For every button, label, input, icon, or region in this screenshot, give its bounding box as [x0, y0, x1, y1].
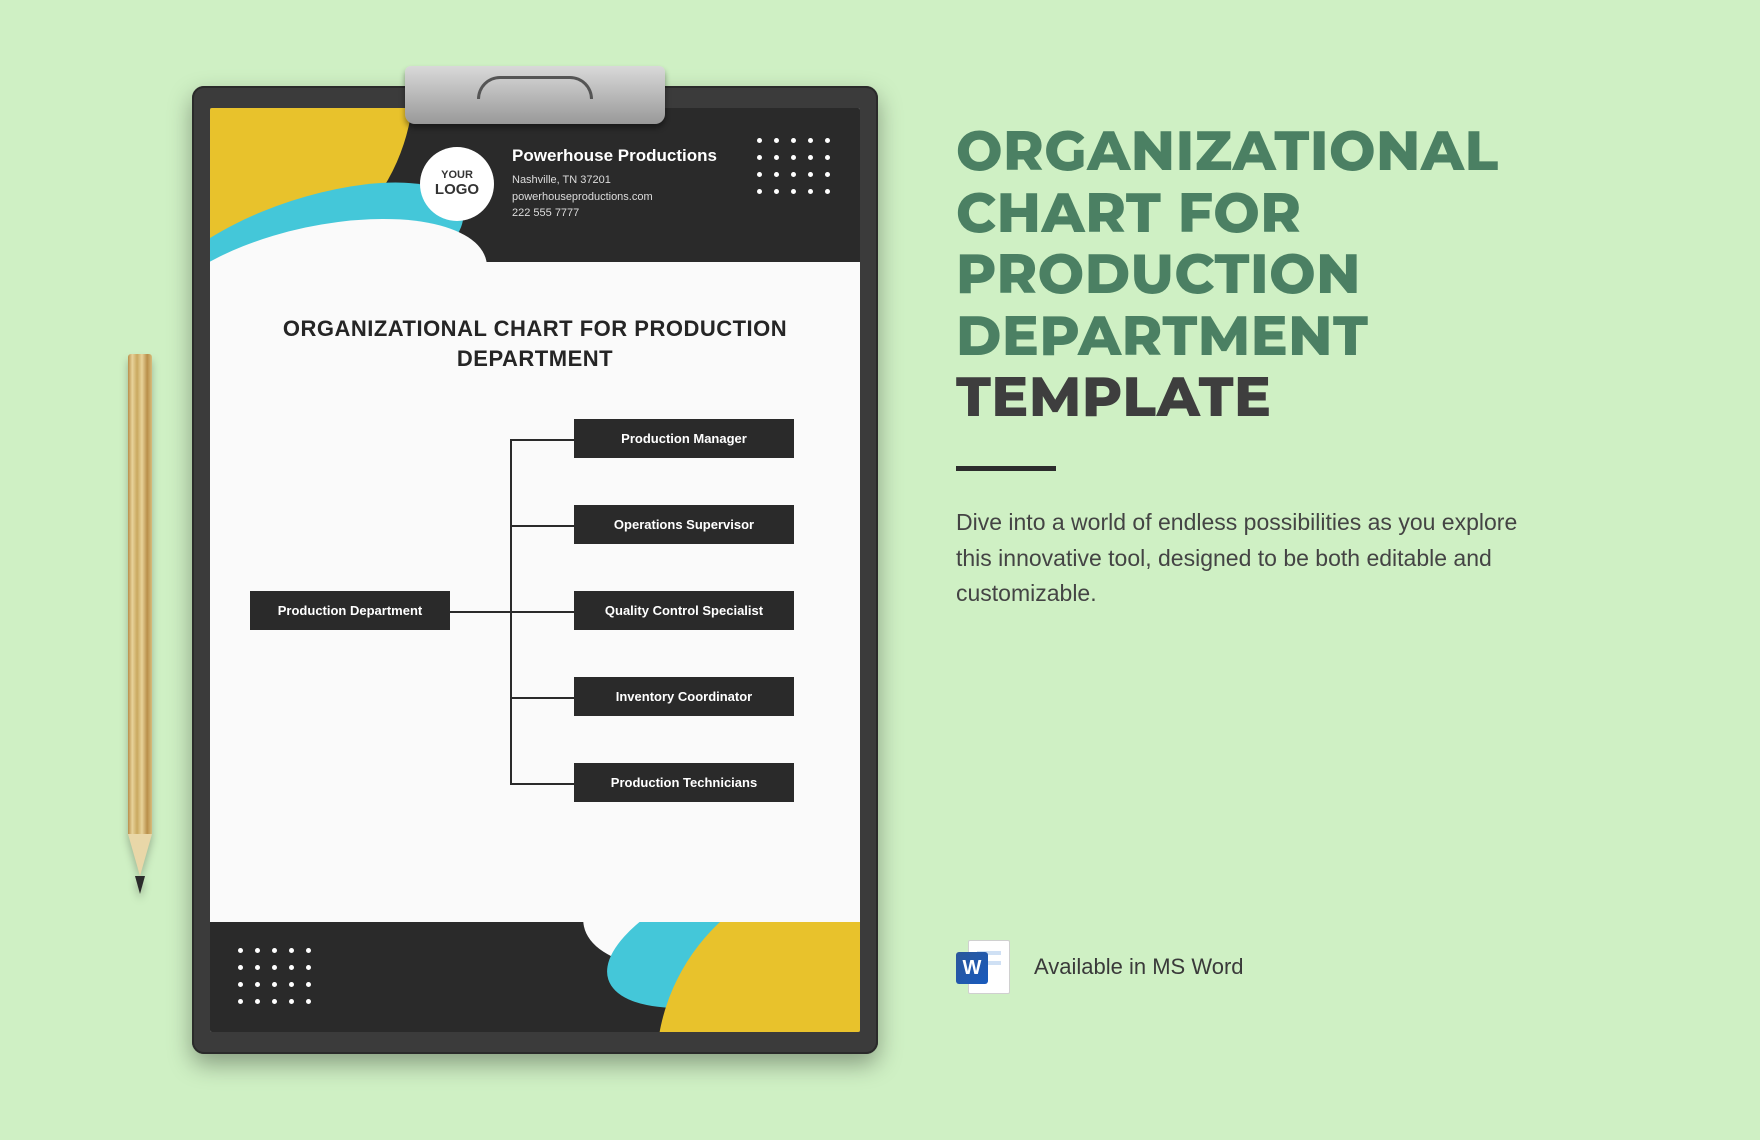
footer-banner	[210, 922, 860, 1032]
dot-pattern-top	[757, 138, 832, 196]
availability-row: W Available in MS Word	[956, 940, 1244, 994]
logo-placeholder: YOUR LOGO	[420, 147, 494, 221]
company-name: Powerhouse Productions	[512, 146, 717, 166]
ms-word-icon: W	[956, 940, 1010, 994]
title-divider	[956, 466, 1056, 471]
title-line: ORGANIZATIONAL	[956, 117, 1499, 184]
clipboard: YOUR LOGO Powerhouse Productions Nashvil…	[192, 86, 878, 1054]
company-info: Powerhouse Productions Nashville, TN 372…	[512, 146, 717, 222]
title-line: TEMPLATE	[956, 363, 1271, 430]
pencil-graphic	[128, 354, 152, 894]
header-banner: YOUR LOGO Powerhouse Productions Nashvil…	[210, 108, 860, 262]
org-chart: Production Department Production Manager…	[250, 419, 820, 819]
word-badge-letter: W	[956, 952, 988, 984]
page-title: ORGANIZATIONAL CHART FOR PRODUCTION DEPA…	[956, 120, 1576, 428]
availability-label: Available in MS Word	[1034, 954, 1244, 980]
org-child-node: Quality Control Specialist	[574, 591, 794, 630]
logo-line2: LOGO	[435, 182, 479, 199]
description-text: Dive into a world of endless possibiliti…	[956, 505, 1536, 612]
title-line: PRODUCTION	[956, 240, 1361, 307]
company-address: Nashville, TN 37201	[512, 172, 717, 189]
logo-line1: YOUR	[441, 169, 473, 181]
document-heading: ORGANIZATIONAL CHART FOR PRODUCTION DEPA…	[250, 314, 820, 373]
promo-panel: ORGANIZATIONAL CHART FOR PRODUCTION DEPA…	[956, 120, 1576, 612]
org-child-node: Production Manager	[574, 419, 794, 458]
org-root-node: Production Department	[250, 591, 450, 630]
title-line: CHART FOR	[956, 179, 1302, 246]
dot-pattern-bottom	[238, 948, 313, 1006]
org-child-node: Operations Supervisor	[574, 505, 794, 544]
org-child-node: Inventory Coordinator	[574, 677, 794, 716]
document-page: YOUR LOGO Powerhouse Productions Nashvil…	[210, 108, 860, 1032]
company-website: powerhouseproductions.com	[512, 189, 717, 206]
company-phone: 222 555 7777	[512, 205, 717, 222]
org-child-node: Production Technicians	[574, 763, 794, 802]
clipboard-clip	[405, 66, 665, 124]
title-line: DEPARTMENT	[956, 302, 1368, 369]
